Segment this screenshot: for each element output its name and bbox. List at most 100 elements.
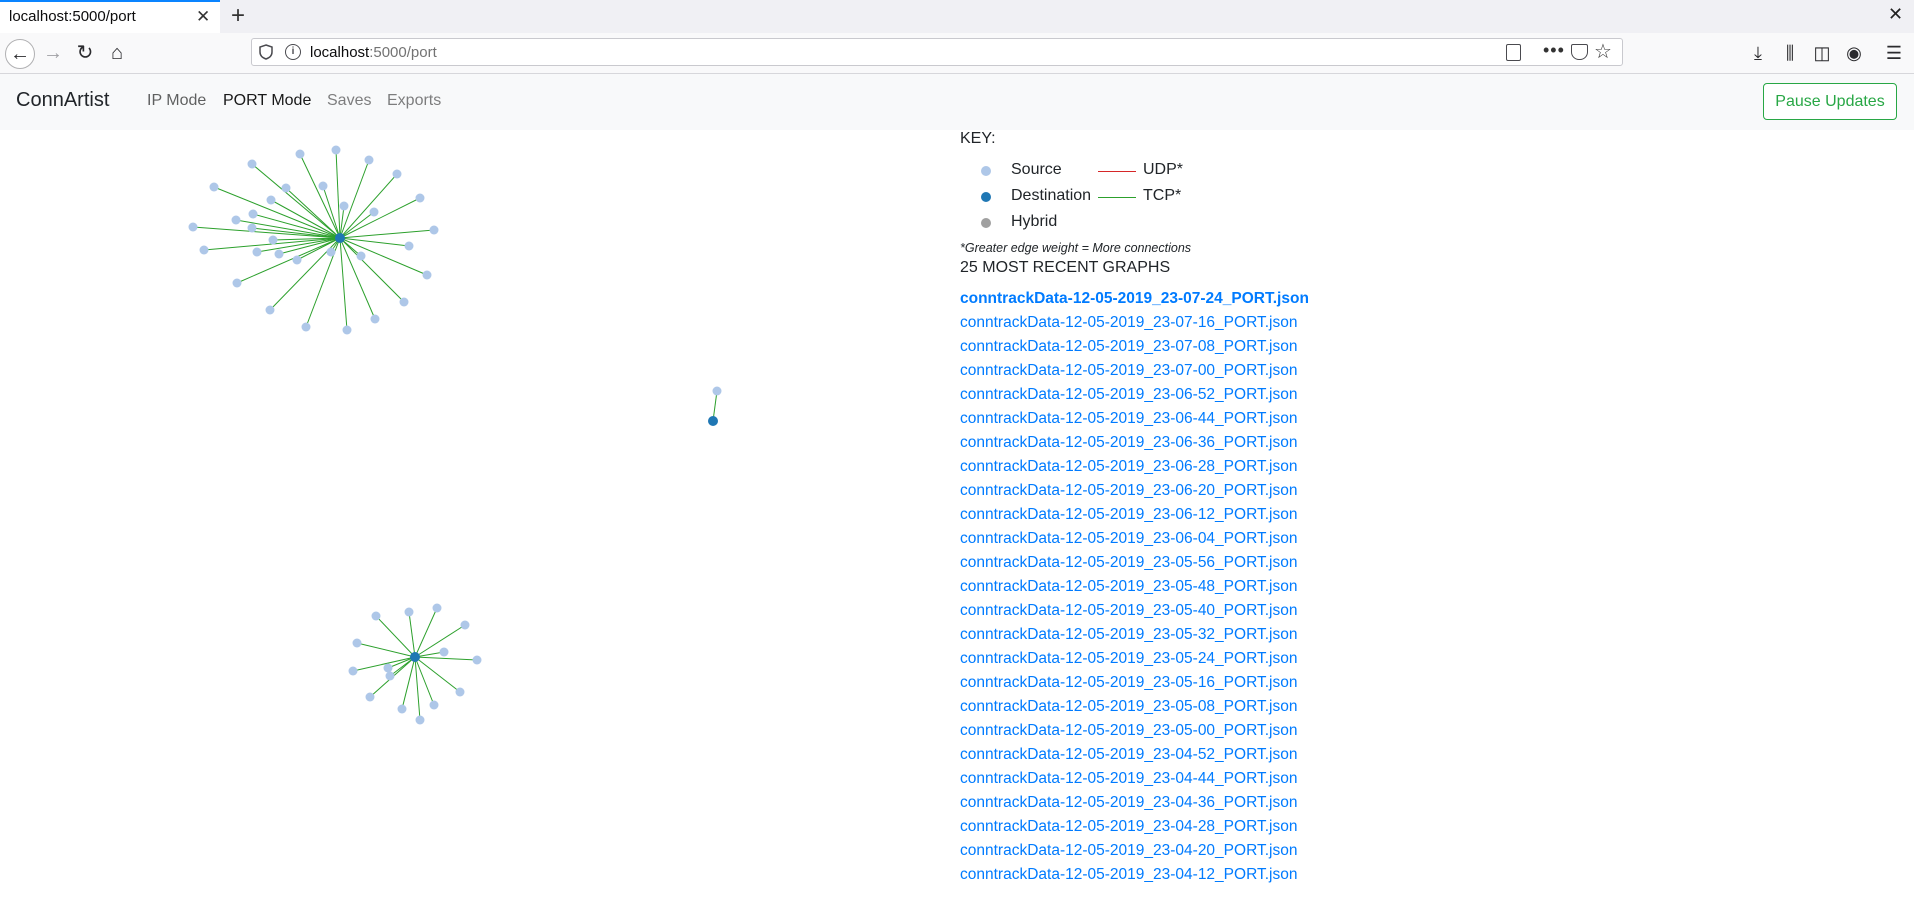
graph-source-node[interactable] [188, 222, 198, 232]
graph-source-node[interactable] [371, 611, 381, 621]
recent-graph-link[interactable]: conntrackData-12-05-2019_23-07-16_PORT.j… [960, 314, 1297, 331]
nav-port-mode[interactable]: PORT Mode [223, 92, 311, 110]
account-icon[interactable]: ◉ [1841, 38, 1867, 68]
bookmark-star-icon[interactable]: ☆ [1594, 39, 1612, 64]
graph-source-node[interactable] [199, 245, 209, 255]
graph-source-node[interactable] [248, 209, 258, 219]
recent-graph-link[interactable]: conntrackData-12-05-2019_23-06-12_PORT.j… [960, 506, 1297, 523]
nav-saves[interactable]: Saves [327, 92, 371, 110]
recent-graph-link[interactable]: conntrackData-12-05-2019_23-06-52_PORT.j… [960, 386, 1297, 403]
nav-ip-mode[interactable]: IP Mode [147, 92, 206, 110]
graph-source-node[interactable] [231, 215, 241, 225]
graph-source-node[interactable] [404, 607, 414, 617]
downloads-icon[interactable]: ⤓ [1745, 38, 1771, 68]
pause-updates-button[interactable]: Pause Updates [1763, 83, 1897, 120]
page-actions-icon[interactable]: ••• [1543, 40, 1565, 61]
recent-graph-link[interactable]: conntrackData-12-05-2019_23-07-08_PORT.j… [960, 338, 1297, 355]
graph-source-node[interactable] [268, 235, 278, 245]
recent-graph-link[interactable]: conntrackData-12-05-2019_23-04-12_PORT.j… [960, 866, 1297, 883]
graph-source-node[interactable] [281, 183, 291, 193]
graph-source-node[interactable] [460, 620, 470, 630]
recent-graph-link[interactable]: conntrackData-12-05-2019_23-04-20_PORT.j… [960, 842, 1297, 859]
graph-source-node[interactable] [399, 297, 409, 307]
graph-source-node[interactable] [266, 195, 276, 205]
graph-source-node[interactable] [348, 666, 358, 676]
site-info-icon[interactable]: i [285, 44, 301, 60]
recent-graph-link[interactable]: conntrackData-12-05-2019_23-05-24_PORT.j… [960, 650, 1297, 667]
reader-view-icon[interactable] [1506, 44, 1521, 61]
url-bar[interactable]: i localhost:5000/port ••• ☆ [251, 38, 1623, 66]
graph-source-node[interactable] [422, 270, 432, 280]
tab-close-icon[interactable]: ✕ [196, 7, 210, 27]
recent-graph-link[interactable]: conntrackData-12-05-2019_23-05-32_PORT.j… [960, 626, 1297, 643]
graph-source-node[interactable] [415, 193, 425, 203]
graph-source-node[interactable] [472, 655, 482, 665]
back-arrow-icon[interactable]: ← [5, 39, 35, 69]
window-close-icon[interactable]: ✕ [1888, 4, 1903, 25]
library-icon[interactable]: ⫼ [1777, 38, 1803, 68]
graph-source-node[interactable] [295, 149, 305, 159]
graph-source-node[interactable] [301, 322, 311, 332]
graph-source-node[interactable] [318, 181, 328, 191]
reload-icon[interactable]: ↻ [70, 38, 100, 68]
home-icon[interactable]: ⌂ [102, 38, 132, 68]
graph-source-node[interactable] [356, 251, 366, 261]
graph-source-node[interactable] [712, 386, 722, 396]
graph-source-node[interactable] [274, 249, 284, 259]
graph-source-node[interactable] [415, 715, 425, 725]
graph-source-node[interactable] [404, 241, 414, 251]
graph-source-node[interactable] [455, 687, 465, 697]
graph-source-node[interactable] [369, 207, 379, 217]
recent-graph-link[interactable]: conntrackData-12-05-2019_23-04-52_PORT.j… [960, 746, 1297, 763]
recent-graph-link[interactable]: conntrackData-12-05-2019_23-05-56_PORT.j… [960, 554, 1297, 571]
graph-source-node[interactable] [342, 325, 352, 335]
forward-arrow-icon[interactable]: → [38, 38, 68, 68]
browser-tab[interactable]: localhost:5000/port ✕ [0, 0, 220, 33]
recent-graph-link[interactable]: conntrackData-12-05-2019_23-06-36_PORT.j… [960, 434, 1297, 451]
graph-source-node[interactable] [339, 201, 349, 211]
url-text[interactable]: localhost:5000/port [310, 44, 437, 61]
recent-graph-link[interactable]: conntrackData-12-05-2019_23-07-00_PORT.j… [960, 362, 1297, 379]
recent-graph-link[interactable]: conntrackData-12-05-2019_23-04-28_PORT.j… [960, 818, 1297, 835]
recent-graph-link[interactable]: conntrackData-12-05-2019_23-07-24_PORT.j… [960, 290, 1309, 307]
graph-source-node[interactable] [370, 314, 380, 324]
tracking-shield-icon[interactable] [259, 44, 273, 60]
graph-source-node[interactable] [397, 704, 407, 714]
recent-graph-link[interactable]: conntrackData-12-05-2019_23-05-48_PORT.j… [960, 578, 1297, 595]
graph-source-node[interactable] [383, 663, 393, 673]
graph-source-node[interactable] [365, 692, 375, 702]
graph-source-node[interactable] [429, 700, 439, 710]
recent-graph-link[interactable]: conntrackData-12-05-2019_23-05-40_PORT.j… [960, 602, 1297, 619]
graph-source-node[interactable] [209, 182, 219, 192]
new-tab-icon[interactable]: + [231, 2, 245, 30]
graph-source-node[interactable] [232, 278, 242, 288]
hamburger-menu-icon[interactable]: ☰ [1881, 38, 1907, 68]
pocket-icon[interactable] [1571, 44, 1588, 60]
recent-graph-link[interactable]: conntrackData-12-05-2019_23-04-44_PORT.j… [960, 770, 1297, 787]
graph-destination-node[interactable] [410, 652, 420, 662]
graph-source-node[interactable] [247, 159, 257, 169]
graph-destination-node[interactable] [335, 233, 345, 243]
recent-graph-link[interactable]: conntrackData-12-05-2019_23-05-16_PORT.j… [960, 674, 1297, 691]
recent-graph-link[interactable]: conntrackData-12-05-2019_23-06-44_PORT.j… [960, 410, 1297, 427]
network-graph[interactable] [0, 130, 950, 897]
graph-source-node[interactable] [364, 155, 374, 165]
brand-logo[interactable]: ConnArtist [16, 89, 109, 112]
recent-graph-link[interactable]: conntrackData-12-05-2019_23-04-36_PORT.j… [960, 794, 1297, 811]
graph-source-node[interactable] [252, 247, 262, 257]
sidebar-toggle-icon[interactable]: ◫ [1809, 38, 1835, 68]
graph-source-node[interactable] [429, 225, 439, 235]
recent-graph-link[interactable]: conntrackData-12-05-2019_23-06-20_PORT.j… [960, 482, 1297, 499]
graph-source-node[interactable] [439, 647, 449, 657]
recent-graph-link[interactable]: conntrackData-12-05-2019_23-05-00_PORT.j… [960, 722, 1297, 739]
nav-exports[interactable]: Exports [387, 92, 441, 110]
graph-destination-node[interactable] [708, 416, 718, 426]
graph-source-node[interactable] [331, 145, 341, 155]
graph-source-node[interactable] [247, 223, 257, 233]
graph-source-node[interactable] [432, 603, 442, 613]
graph-source-node[interactable] [392, 169, 402, 179]
graph-source-node[interactable] [352, 638, 362, 648]
recent-graph-link[interactable]: conntrackData-12-05-2019_23-06-28_PORT.j… [960, 458, 1297, 475]
graph-source-node[interactable] [326, 247, 336, 257]
graph-source-node[interactable] [385, 671, 395, 681]
